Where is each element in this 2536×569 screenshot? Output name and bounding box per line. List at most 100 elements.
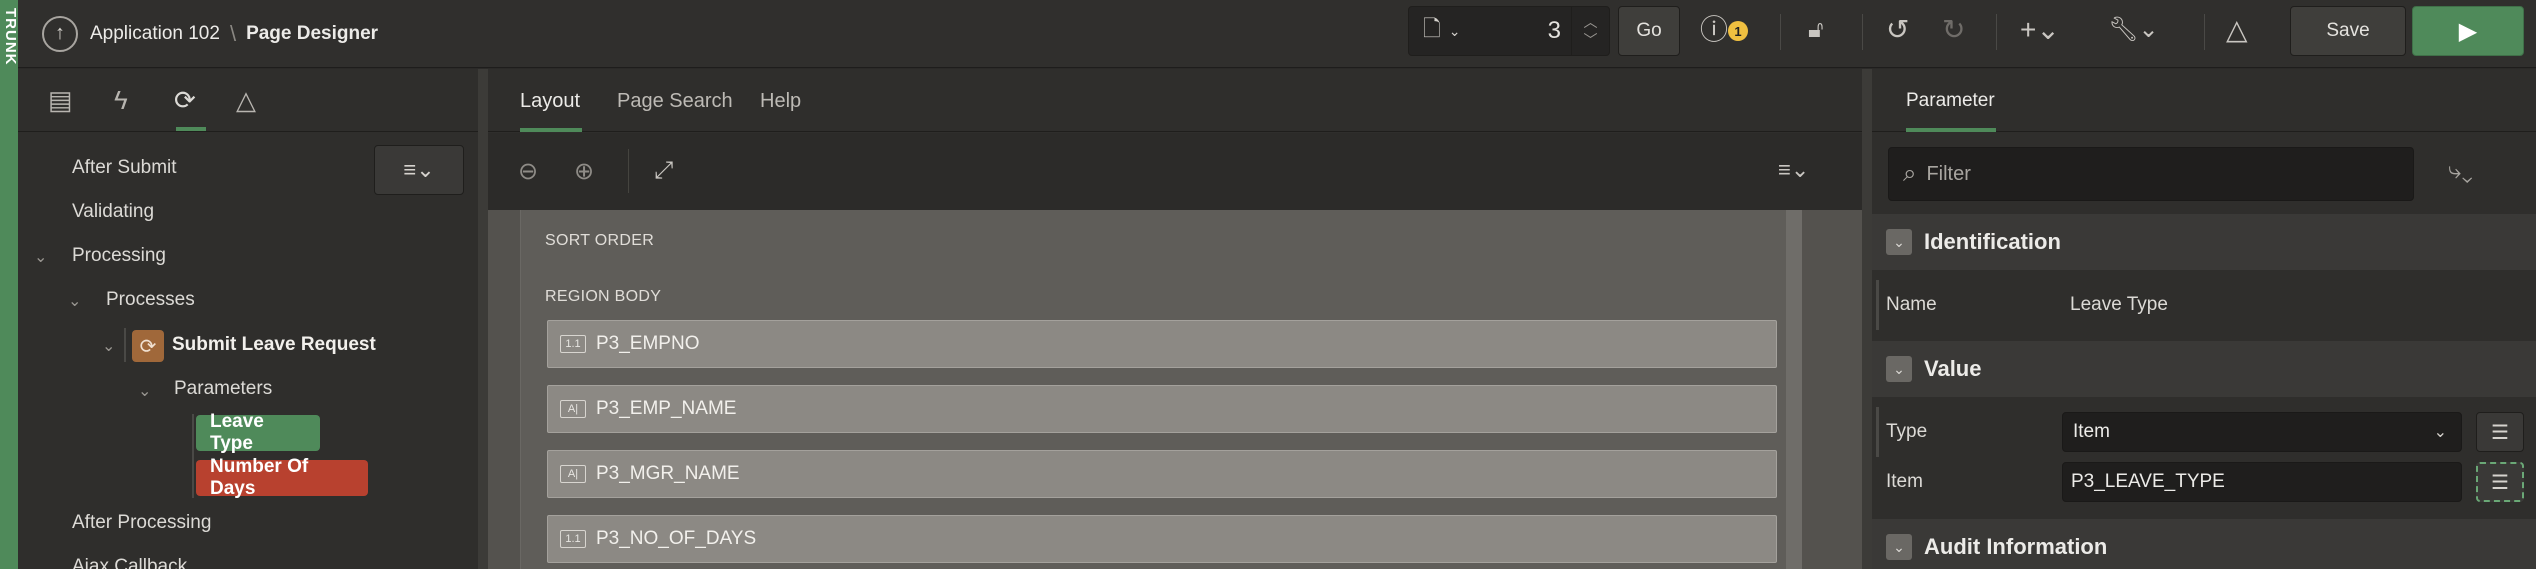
environment-strip: TRUNK: [0, 0, 19, 569]
tree-node-ajax-callback[interactable]: Ajax Callback: [72, 556, 187, 569]
utilities-icon[interactable]: 🔧︎⌄: [2108, 16, 2159, 44]
up-arrow-icon[interactable]: ↑: [42, 15, 78, 52]
tree-node-leave-type[interactable]: Leave Type: [196, 411, 320, 454]
chevron-down-icon[interactable]: ⌄: [102, 336, 115, 356]
breadcrumb-page-designer: Page Designer: [246, 22, 379, 44]
tree-node-processes[interactable]: Processes: [106, 289, 195, 311]
item-input[interactable]: P3_LEAVE_TYPE: [2062, 462, 2462, 502]
sort-order-label: SORT ORDER: [545, 232, 655, 249]
shared-components-icon[interactable]: △: [2226, 16, 2248, 44]
run-button[interactable]: ▶︎: [2412, 6, 2524, 56]
section-audit-information[interactable]: ⌄ Audit Information: [1872, 519, 2536, 569]
splitter-left[interactable]: [478, 69, 488, 569]
tree-menu-button[interactable]: ≡⌄: [374, 145, 464, 195]
page-item[interactable]: A| P3_MGR_NAME: [547, 450, 1777, 498]
go-to-group-icon[interactable]: ⤷⌄: [2448, 157, 2473, 185]
splitter-right[interactable]: [1862, 69, 1872, 569]
filter-field[interactable]: ⌕: [1888, 147, 2414, 201]
layout-panel: Layout Page Search Help ⊖ ⊕ ⤢ ≡⌄ SORT OR…: [488, 69, 1862, 569]
lock-icon[interactable]: 🔓︎: [1808, 16, 1824, 44]
shared-components-icon[interactable]: △: [236, 85, 256, 116]
chevron-down-icon: ⌄: [2433, 424, 2447, 441]
type-select[interactable]: Item ⌄: [2062, 412, 2462, 452]
chevron-down-icon[interactable]: ⌄: [138, 381, 151, 401]
property-label: Item: [1886, 471, 1923, 492]
property-value: Leave Type: [2070, 294, 2168, 315]
layout-toolbar: ⊖ ⊕ ⤢ ≡⌄: [488, 133, 1862, 210]
tree-node-processing[interactable]: Processing: [72, 245, 166, 267]
warning-icon[interactable]: ⓘ: [1700, 16, 1728, 44]
tree-line: [124, 328, 126, 362]
text-field-icon: A|: [560, 400, 586, 418]
property-editor: Parameter ⌕ ⤷⌄ ⌄ Identification Name Lea…: [1872, 69, 2536, 569]
chevron-down-icon[interactable]: ⌄: [1886, 356, 1912, 382]
tab-page-search[interactable]: Page Search: [617, 90, 733, 113]
select-value: Item: [2073, 421, 2110, 442]
dynamic-actions-icon[interactable]: ϟ: [114, 85, 128, 116]
item-name: P3_EMPNO: [596, 333, 700, 354]
tree-node-submit-leave-request[interactable]: Submit Leave Request: [172, 334, 376, 356]
chevron-down-icon[interactable]: ⌄: [1886, 534, 1912, 560]
zoom-in-icon[interactable]: ⊕: [574, 157, 594, 186]
item-name: P3_NO_OF_DAYS: [596, 528, 757, 549]
filter-input[interactable]: [1926, 162, 2367, 186]
chevron-down-icon[interactable]: ⌄: [1449, 23, 1461, 40]
page-item[interactable]: 1.1 P3_EMPNO: [547, 320, 1777, 368]
rendering-icon[interactable]: ▤: [48, 85, 73, 116]
text-field-icon: A|: [560, 465, 586, 483]
list-icon[interactable]: ☰: [2476, 462, 2524, 502]
property-label: Name: [1886, 294, 1937, 315]
processing-icon[interactable]: ⟳: [174, 85, 196, 116]
item-name: P3_MGR_NAME: [596, 463, 740, 484]
undo-icon[interactable]: ↺: [1886, 16, 1909, 44]
tab-layout[interactable]: Layout: [520, 90, 580, 113]
tree-node-validating[interactable]: Validating: [72, 201, 154, 223]
chevron-up-icon[interactable]: ︿: [1584, 13, 1598, 31]
tab-parameter[interactable]: Parameter: [1906, 90, 1995, 112]
zoom-out-icon[interactable]: ⊖: [518, 157, 538, 186]
chevron-down-icon[interactable]: ⌄: [68, 291, 81, 311]
tree-node-after-processing[interactable]: After Processing: [72, 512, 211, 534]
expand-icon[interactable]: ⤢: [654, 157, 673, 185]
create-icon[interactable]: +⌄: [2020, 16, 2060, 44]
tree-node-number-of-days[interactable]: Number Of Days: [196, 456, 368, 499]
chevron-down-icon[interactable]: ⌄: [1886, 229, 1912, 255]
go-button[interactable]: Go: [1618, 6, 1680, 56]
layout-menu-icon[interactable]: ≡⌄: [1778, 157, 1809, 183]
page-item[interactable]: A| P3_EMP_NAME: [547, 385, 1777, 433]
chevron-down-icon[interactable]: ⌄: [34, 247, 47, 267]
environment-label: TRUNK: [2, 8, 19, 66]
tab-help[interactable]: Help: [760, 90, 801, 113]
active-tab-indicator: [520, 128, 582, 132]
page-stepper[interactable]: ︿ ﹀: [1571, 7, 1609, 55]
region[interactable]: SORT ORDER REGION BODY 1.1 P3_EMPNO A| P…: [520, 210, 1802, 569]
page-selector[interactable]: 🗋 ⌄ 3 ︿ ﹀: [1408, 6, 1610, 56]
redo-icon[interactable]: ↻: [1942, 16, 1965, 44]
tree-node-after-submit[interactable]: After Submit: [72, 157, 177, 179]
chevron-down-icon[interactable]: ﹀: [1584, 31, 1598, 49]
breadcrumb-application[interactable]: Application 102: [90, 23, 220, 45]
number-field-icon: 1.1: [560, 530, 586, 548]
number-field-icon: 1.1: [560, 335, 586, 353]
row-indicator: [1876, 407, 1879, 457]
section-title: Identification: [1924, 229, 2061, 254]
warning-count-badge: 1: [1728, 21, 1748, 41]
property-tabs: Parameter: [1872, 69, 2536, 132]
page-number-input[interactable]: 3: [1548, 17, 1561, 45]
row-indicator: [1876, 280, 1879, 330]
property-item: Item P3_LEAVE_TYPE ☰: [1872, 457, 2536, 507]
active-tab-indicator: [176, 127, 206, 131]
list-icon[interactable]: ☰: [2476, 412, 2524, 452]
property-name: Name Leave Type: [1872, 280, 2536, 330]
divider: [1780, 14, 1781, 50]
page-icon[interactable]: 🗋: [1423, 12, 1441, 50]
save-button[interactable]: Save: [2290, 6, 2406, 56]
property-label: Type: [1886, 421, 1928, 442]
breadcrumb-separator: \: [229, 20, 237, 46]
section-value[interactable]: ⌄ Value: [1872, 341, 2536, 397]
active-tab-indicator: [1906, 128, 1996, 132]
page-designer: TRUNK ↑ Application 102 \ Page Designer …: [0, 0, 2536, 569]
section-identification[interactable]: ⌄ Identification: [1872, 214, 2536, 270]
page-item[interactable]: 1.1 P3_NO_OF_DAYS: [547, 515, 1777, 563]
tree-node-parameters[interactable]: Parameters: [174, 378, 272, 400]
